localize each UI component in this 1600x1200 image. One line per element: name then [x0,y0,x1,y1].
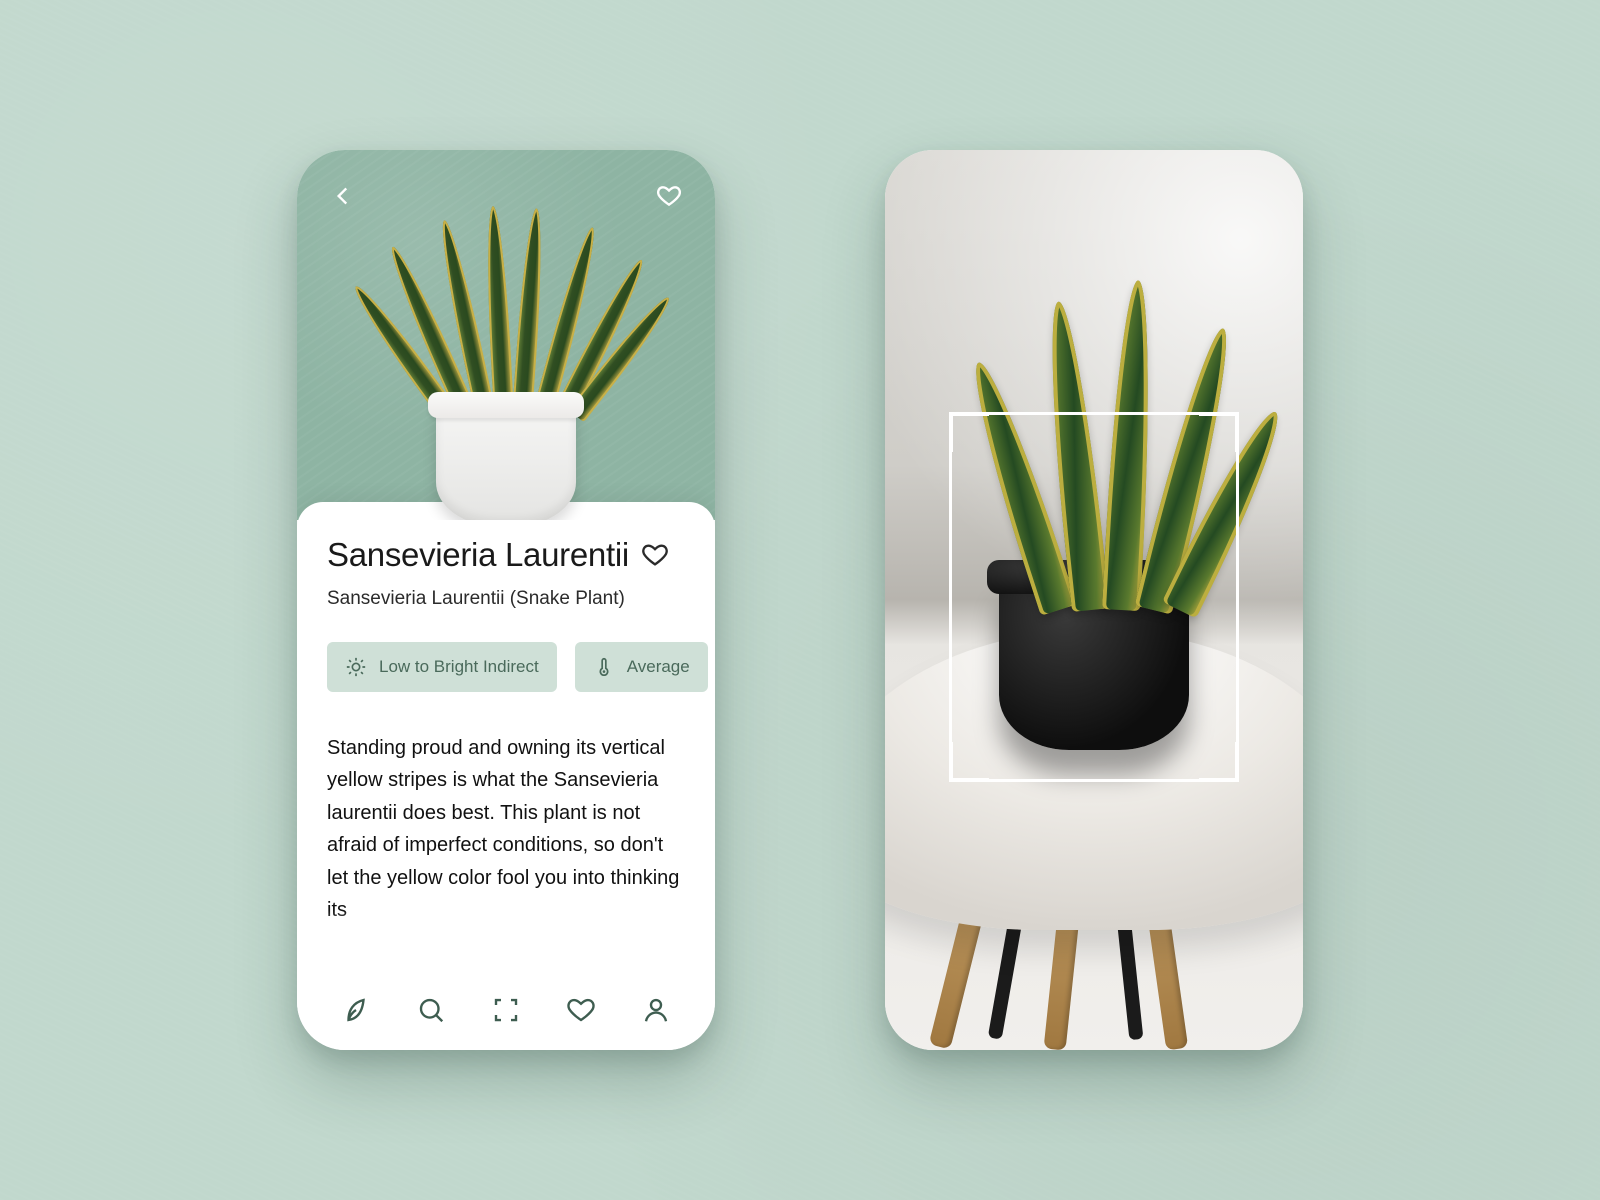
arrow-left-icon [330,183,356,209]
chip-light[interactable]: Low to Bright Indirect [327,642,557,692]
plant-title: Sansevieria Laurentii [327,536,629,574]
plant-illustration [396,226,616,520]
tab-favorites[interactable] [562,991,600,1029]
scene-plant [964,280,1224,610]
favorite-button[interactable] [651,178,687,214]
tab-plants[interactable] [337,991,375,1029]
care-chips: Low to Bright Indirect Average [327,642,685,692]
heart-icon [566,995,596,1025]
info-sheet: Sansevieria Laurentii Sansevieria Lauren… [297,502,715,970]
chip-temperature[interactable]: Average [575,642,708,692]
chip-temperature-label: Average [627,657,690,677]
heart-icon [656,183,682,209]
hero-image [297,150,715,520]
favorite-inline-button[interactable] [641,541,669,569]
detail-screen: Sansevieria Laurentii Sansevieria Lauren… [297,150,715,1050]
scan-frame-icon [491,995,521,1025]
search-icon [416,995,446,1025]
camera-viewfinder[interactable] [885,150,1303,1050]
leaf-icon [341,995,371,1025]
plant-description: Standing proud and owning its vertical y… [327,732,685,926]
thermometer-icon [593,656,615,678]
plant-subtitle: Sansevieria Laurentii (Snake Plant) [327,588,685,610]
back-button[interactable] [325,178,361,214]
scanner-screen [885,150,1303,1050]
tab-bar [297,970,715,1050]
tab-scan[interactable] [487,991,525,1029]
user-icon [641,995,671,1025]
tab-profile[interactable] [637,991,675,1029]
heart-icon [641,541,669,569]
tab-search[interactable] [412,991,450,1029]
chip-light-label: Low to Bright Indirect [379,657,539,677]
sun-icon [345,656,367,678]
